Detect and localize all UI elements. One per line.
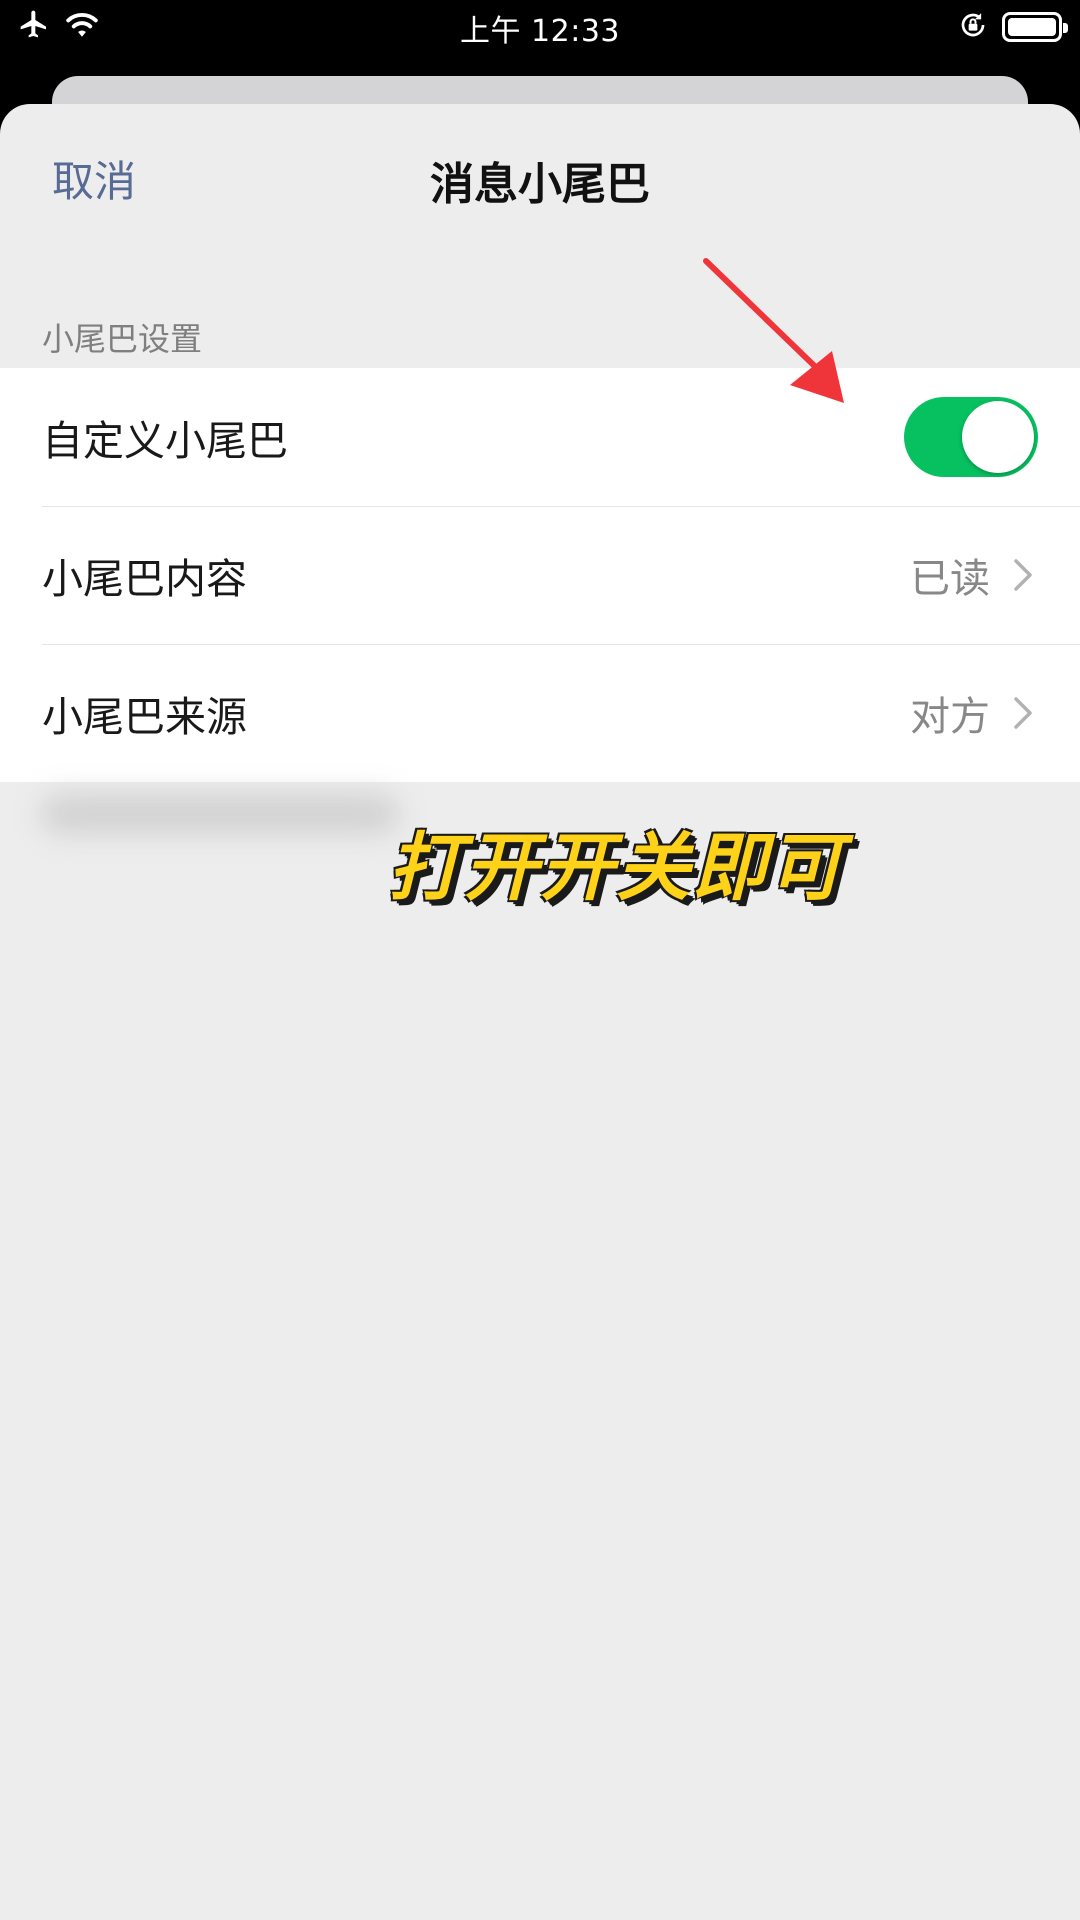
section-header: 小尾巴设置 [42,320,203,358]
status-time: 上午 12:33 [460,14,620,49]
settings-sheet: 取消 消息小尾巴 小尾巴设置 自定义小尾巴 小尾巴内容 已读 小尾巴来源 对方 [0,104,1080,1920]
battery-icon [1002,12,1068,42]
red-arrow-icon [703,258,844,403]
overlay-caption: 打开开关即可 [388,825,844,911]
status-right [958,10,1068,44]
row-value: 已读 [910,556,990,602]
row-label: 自定义小尾巴 [42,417,288,465]
page-title: 消息小尾巴 [430,159,650,210]
row-tail-source[interactable]: 小尾巴来源 对方 [0,644,1080,782]
settings-list: 自定义小尾巴 小尾巴内容 已读 小尾巴来源 对方 [0,368,1080,782]
chevron-right-icon [1008,555,1038,595]
chevron-right-icon [1008,693,1038,733]
rotation-lock-icon [958,10,988,44]
row-value: 对方 [910,694,990,740]
row-tail-content[interactable]: 小尾巴内容 已读 [0,506,1080,644]
blurred-content [40,794,400,834]
row-label: 小尾巴内容 [42,555,247,603]
row-custom-tail[interactable]: 自定义小尾巴 [0,368,1080,506]
status-bar: 上午 12:33 [0,0,1080,52]
custom-tail-toggle[interactable] [904,397,1038,477]
toggle-knob [962,401,1034,473]
battery-level [1008,18,1056,36]
row-label: 小尾巴来源 [42,693,247,741]
navigation-bar: 取消 消息小尾巴 [0,104,1080,254]
